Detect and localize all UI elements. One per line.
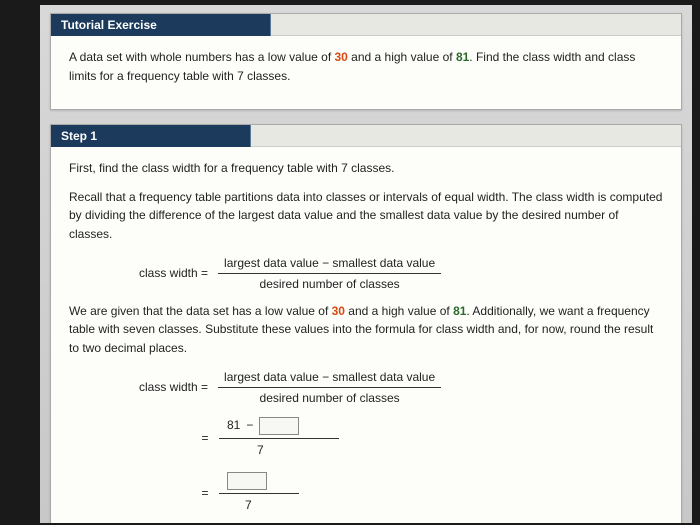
high-value: 81 [456, 50, 469, 64]
equals-2: = [199, 484, 211, 503]
text: A data set with whole numbers has a low … [69, 50, 334, 64]
text: and a high value of [348, 50, 456, 64]
calc-denom-2: 7 [227, 496, 252, 515]
formula-numerator-2: largest data value − smallest data value [218, 368, 441, 389]
calc-row-1: = 81 − 7 [199, 416, 663, 461]
step1-header: Step 1 [51, 125, 251, 147]
text: We are given that the data set has a low… [69, 304, 332, 318]
formula-fraction-2: largest data value − smallest data value… [218, 368, 441, 408]
tutorial-question: A data set with whole numbers has a low … [69, 48, 663, 85]
minus-sign: − [246, 416, 253, 435]
step1-p2: Recall that a frequency table partitions… [69, 188, 663, 244]
low-value: 30 [334, 50, 347, 64]
high-value-2: 81 [453, 304, 466, 318]
formula-denominator: desired number of classes [254, 274, 406, 294]
difference-input[interactable] [227, 472, 267, 490]
formula-numerator: largest data value − smallest data value [218, 254, 441, 275]
formula-fraction: largest data value − smallest data value… [218, 254, 441, 294]
calc-fraction-2: 7 [219, 471, 299, 516]
low-value-input[interactable] [259, 417, 299, 435]
calc-fraction-1: 81 − 7 [219, 416, 339, 461]
class-width-formula: class width = largest data value − small… [139, 254, 663, 294]
step1-body: First, find the class width for a freque… [51, 147, 681, 523]
calc-high: 81 [227, 416, 240, 435]
calc-row-2: = 7 [199, 471, 663, 516]
tutorial-exercise-panel: Tutorial Exercise A data set with whole … [50, 13, 682, 110]
step1-p1: First, find the class width for a freque… [69, 159, 663, 178]
low-value-2: 30 [332, 304, 345, 318]
text: and a high value of [345, 304, 453, 318]
tutorial-header-bar: Tutorial Exercise [51, 14, 681, 36]
calculation-block: = 81 − 7 = [199, 416, 663, 523]
step1-panel: Step 1 First, find the class width for a… [50, 124, 682, 523]
tutorial-header: Tutorial Exercise [51, 14, 271, 36]
step1-p3: We are given that the data set has a low… [69, 302, 663, 358]
step1-header-bar: Step 1 [51, 125, 681, 147]
formula-denominator-2: desired number of classes [254, 388, 406, 408]
formula-label: class width = [139, 264, 208, 283]
calc-denom: 7 [227, 441, 264, 460]
tutorial-body: A data set with whole numbers has a low … [51, 36, 681, 109]
equals-1: = [199, 429, 211, 448]
class-width-formula-repeat: class width = largest data value − small… [139, 368, 663, 408]
formula-label-2: class width = [139, 378, 208, 397]
